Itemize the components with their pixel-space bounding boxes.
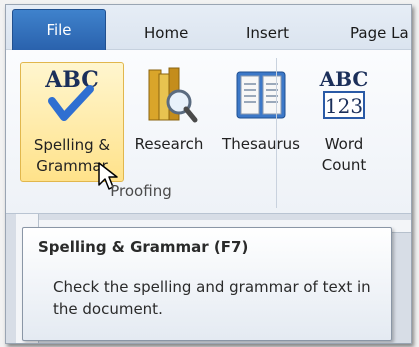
spelling-grammar-button[interactable]: ABC Spelling & Grammar xyxy=(20,62,124,190)
thesaurus-icon xyxy=(236,71,286,119)
ribbon-group-label: Proofing xyxy=(110,182,172,200)
tab-page-layout[interactable]: Page La xyxy=(350,5,409,49)
screentip: Spelling & Grammar (F7) Check the spelli… xyxy=(22,227,392,341)
tooltip-description: Check the spelling and grammar of text i… xyxy=(53,278,371,318)
svg-text:ABC: ABC xyxy=(319,67,369,91)
word-count-button[interactable]: ABC 123 Word Count xyxy=(308,62,380,182)
word-count-icon: ABC 123 xyxy=(319,67,369,119)
thesaurus-button[interactable]: Thesaurus xyxy=(214,62,308,182)
word-window: File Home Insert Page La ABC Spelling & … xyxy=(5,4,412,344)
research-icon xyxy=(148,67,198,123)
thesaurus-label: Thesaurus xyxy=(222,135,300,153)
ribbon-tab-bar: File Home Insert Page La xyxy=(6,5,411,51)
research-label: Research xyxy=(134,135,204,153)
group-separator xyxy=(276,58,277,208)
word-count-label: Word Count xyxy=(321,135,367,174)
spelling-grammar-icon: ABC xyxy=(44,67,99,121)
tooltip-title: Spelling & Grammar (F7) xyxy=(38,238,249,256)
svg-text:123: 123 xyxy=(325,94,363,118)
research-button[interactable]: Research xyxy=(124,62,214,182)
tab-file[interactable]: File xyxy=(12,9,106,51)
tab-home[interactable]: Home xyxy=(144,5,188,49)
ribbon: ABC Spelling & Grammar Research Thesauru… xyxy=(6,50,411,214)
tab-insert[interactable]: Insert xyxy=(246,5,289,49)
